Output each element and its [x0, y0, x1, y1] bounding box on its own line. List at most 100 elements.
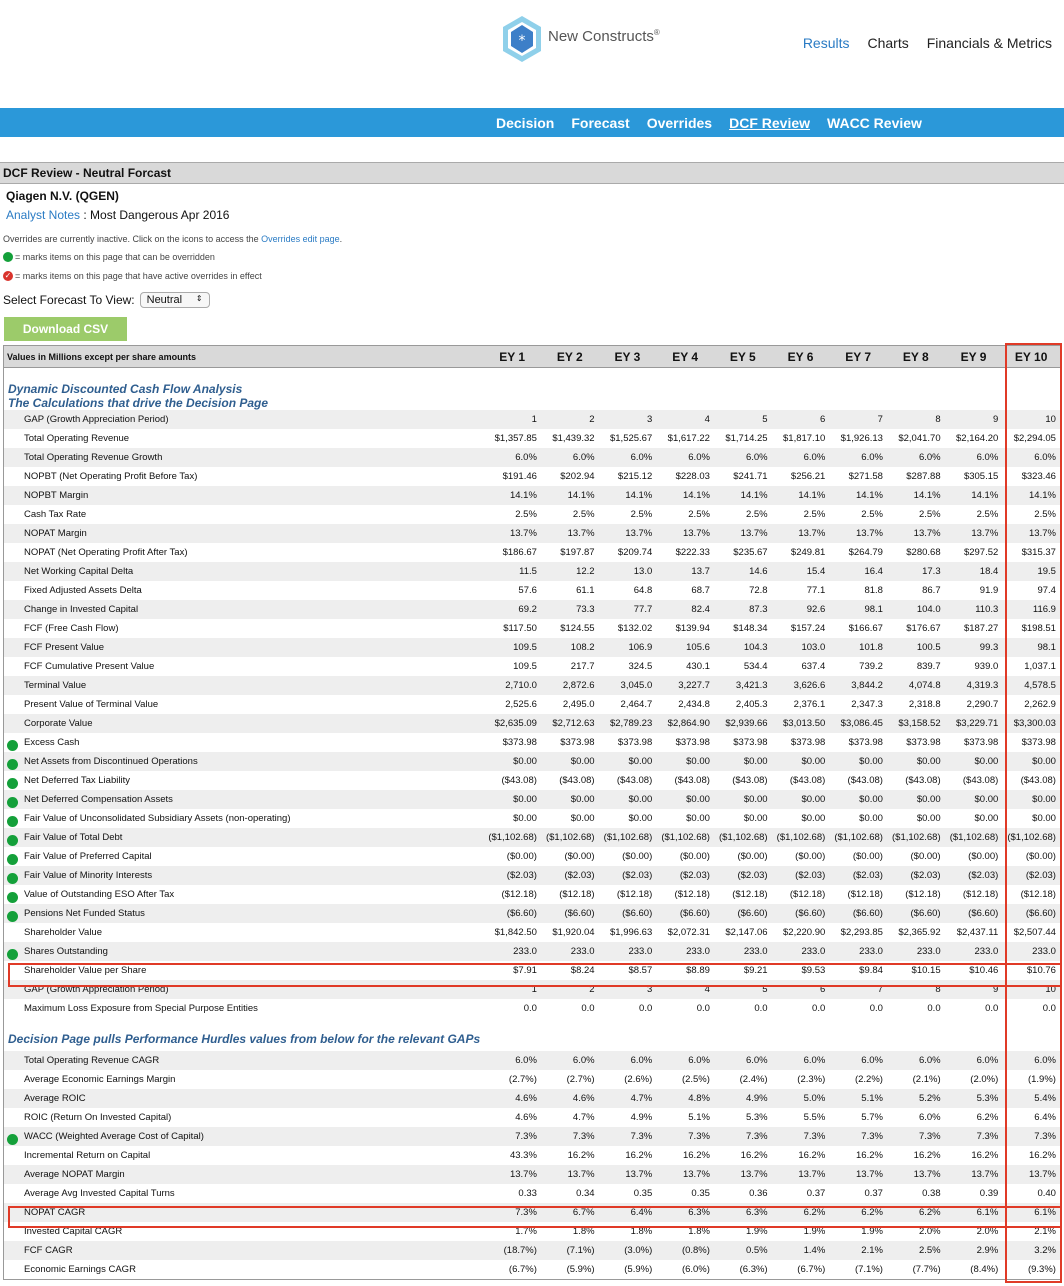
override-dot-icon[interactable]: [7, 778, 18, 789]
table-cell: 72.8: [749, 585, 768, 596]
table-row: GAP (Growth Appreciation Period) 1 2 3 4 5 6 7 8…: [4, 980, 1060, 999]
table-cell: 2,495.0: [562, 699, 595, 710]
table-cell: $0.00: [1032, 756, 1056, 767]
table-cell: 14.1%: [567, 490, 595, 501]
table-cell: ($1,102.68): [834, 832, 883, 843]
table-cell: 6.0%: [976, 1055, 999, 1066]
nav-results[interactable]: Results: [803, 35, 850, 51]
table-cell: (2.4%): [739, 1074, 768, 1085]
table-cell: 6.7%: [572, 1207, 595, 1218]
hurdle-rows: Total Operating Revenue CAGR 6.0% 6.0% 6.0%…: [4, 1051, 1060, 1279]
table-cell: ($12.18): [905, 889, 941, 900]
tab-dcf-review[interactable]: DCF Review: [729, 115, 810, 131]
table-cell: 16.2%: [1029, 1150, 1056, 1161]
table-cell: 16.2%: [798, 1150, 826, 1161]
table-cell: $0.00: [686, 813, 710, 824]
override-dot-icon[interactable]: [7, 816, 18, 827]
table-cell: 6.3%: [745, 1207, 768, 1218]
override-dot-icon[interactable]: [7, 1134, 18, 1145]
override-dot-icon[interactable]: [7, 835, 18, 846]
table-cell: ($43.08): [847, 775, 883, 786]
table-cell: 1.4%: [803, 1245, 826, 1256]
tab-overrides[interactable]: Overrides: [647, 115, 712, 131]
forecast-select-value: Neutral: [146, 294, 183, 306]
table-cell: $0.00: [916, 756, 941, 767]
table-cell: (1.9%): [1027, 1074, 1056, 1085]
download-csv-button[interactable]: Download CSV: [4, 317, 127, 341]
table-row: Present Value of Terminal Value 2,525.6 2,…: [4, 695, 1060, 714]
table-cell: 6.0%: [515, 452, 537, 463]
dcf-table: Values in Millions except per share amou…: [3, 345, 1061, 1280]
override-dot-icon[interactable]: [7, 759, 18, 770]
row-label-text: Average Avg Invested Capital Turns: [24, 1188, 175, 1199]
row-label-text: NOPBT Margin: [24, 490, 89, 501]
table-cell: ($0.00): [622, 851, 653, 862]
override-dot-icon[interactable]: [7, 740, 18, 751]
table-cell: 2.5%: [630, 509, 653, 520]
row-label: Net Deferred Compensation Assets: [4, 794, 483, 808]
table-row: Shareholder Value $1,842.50 $1,920.04 $1,99…: [4, 923, 1060, 942]
tab-forecast[interactable]: Forecast: [571, 115, 629, 131]
table-cell: 77.7: [633, 604, 653, 615]
table-cell: $373.98: [963, 737, 999, 748]
logo[interactable]: * New Constructs®: [500, 14, 660, 64]
table-cell: 14.1%: [798, 490, 826, 501]
row-label: Average NOPAT Margin: [4, 1169, 483, 1180]
table-row: Shares Outstanding 233.0 233.0 233.0 233.0 23…: [4, 942, 1060, 961]
override-dot-icon[interactable]: [7, 949, 18, 960]
table-row: Shareholder Value per Share $7.91 $8.24 $8.…: [4, 961, 1060, 980]
override-dot-icon[interactable]: [7, 797, 18, 808]
table-cell: $0.00: [628, 813, 653, 824]
overrides-edit-link[interactable]: Overrides edit page: [261, 234, 340, 244]
table-cell: ($0.00): [737, 851, 768, 862]
table-cell: 13.7%: [625, 1169, 653, 1180]
table-cell: 5.5%: [803, 1112, 826, 1123]
tab-decision[interactable]: Decision: [496, 115, 554, 131]
row-label: FCF (Free Cash Flow): [4, 623, 483, 634]
table-cell: 13.7%: [913, 1169, 941, 1180]
table-cell: 110.3: [975, 604, 999, 615]
table-cell: 739.2: [859, 661, 883, 672]
nav-financials-metrics[interactable]: Financials & Metrics: [927, 35, 1052, 51]
table-row: NOPAT CAGR 7.3% 6.7% 6.4% 6.3% 6.3% 6.2% 6.2% 6.…: [4, 1203, 1060, 1222]
row-label: ROIC (Return On Invested Capital): [4, 1112, 483, 1123]
table-cell: $0.00: [974, 756, 999, 767]
table-cell: 14.1%: [625, 490, 653, 501]
table-cell: 103.0: [801, 642, 826, 653]
forecast-select[interactable]: Neutral ⇕: [139, 292, 210, 308]
legend-green-text: = marks items on this page that can be o…: [15, 252, 215, 262]
row-label-text: Average Economic Earnings Margin: [24, 1074, 176, 1085]
table-cell: 3: [646, 414, 653, 425]
override-dot-icon[interactable]: [7, 854, 18, 865]
table-cell: 7.3%: [861, 1131, 883, 1142]
table-cell: ($0.00): [795, 851, 826, 862]
override-dot-icon[interactable]: [7, 873, 18, 884]
table-cell: $186.67: [502, 547, 537, 558]
table-cell: 13.7%: [856, 1169, 883, 1180]
table-cell: 3,626.6: [793, 680, 826, 691]
table-cell: 0.0: [696, 1003, 710, 1014]
table-cell: ($12.18): [501, 889, 537, 900]
table-cell: 3: [646, 984, 653, 995]
table-cell: 2,262.9: [1024, 699, 1056, 710]
row-label-text: Incremental Return on Capital: [24, 1150, 151, 1161]
table-cell: 13.7%: [971, 1169, 999, 1180]
override-dot-icon[interactable]: [7, 892, 18, 903]
table-cell: ($12.18): [789, 889, 826, 900]
row-label: GAP (Growth Appreciation Period): [4, 414, 483, 425]
override-dot-icon[interactable]: [7, 911, 18, 922]
table-cell: 2.5%: [918, 509, 941, 520]
nav-charts[interactable]: Charts: [868, 35, 909, 51]
table-cell: ($43.08): [1020, 775, 1056, 786]
table-cell: $9.53: [801, 965, 826, 976]
table-cell: 1.8%: [572, 1226, 595, 1237]
table-row: Fair Value of Minority Interests ($2.03) (…: [4, 866, 1060, 885]
analyst-notes-link[interactable]: Analyst Notes: [6, 208, 80, 222]
table-cell: $0.00: [916, 794, 941, 805]
table-cell: $197.87: [560, 547, 595, 558]
table-cell: 9: [992, 984, 999, 995]
tab-wacc-review[interactable]: WACC Review: [827, 115, 922, 131]
table-cell: 6.0%: [572, 452, 595, 463]
table-cell: $117.50: [503, 623, 537, 634]
table-cell: 0.0: [1042, 1003, 1056, 1014]
